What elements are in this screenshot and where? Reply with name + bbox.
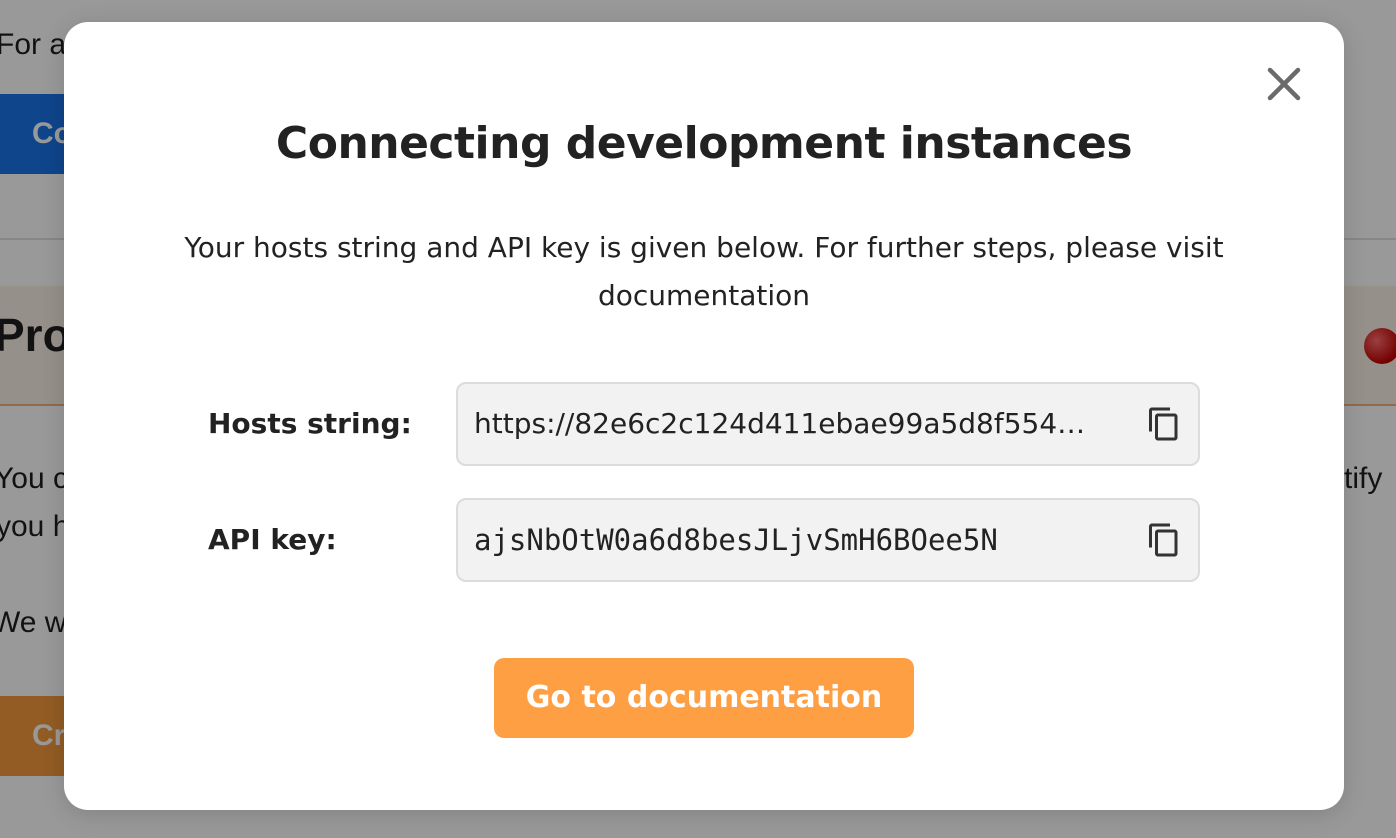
api-key-label: API key: <box>208 523 337 556</box>
modal-description: Your hosts string and API key is given b… <box>184 231 1224 312</box>
api-key-row: API key: ajsNbOtW0a6d8besJLjvSmH6BOee5N <box>64 498 1344 582</box>
hosts-string-value[interactable]: https://82e6c2c124d411ebae99a5d8f554… <box>474 384 1114 464</box>
copy-api-key-button[interactable] <box>1146 522 1182 558</box>
api-key-field[interactable]: ajsNbOtW0a6d8besJLjvSmH6BOee5N <box>456 498 1200 582</box>
modal-title: Connecting development instances <box>275 118 1133 169</box>
close-icon <box>1267 67 1301 101</box>
go-to-documentation-button[interactable]: Go to documentation <box>494 658 914 738</box>
hosts-string-field[interactable]: https://82e6c2c124d411ebae99a5d8f554… <box>456 382 1200 466</box>
copy-icon <box>1149 523 1178 557</box>
close-button[interactable] <box>1260 60 1308 108</box>
hosts-string-row: Hosts string: https://82e6c2c124d411ebae… <box>64 382 1344 466</box>
hosts-string-label: Hosts string: <box>208 407 412 440</box>
api-key-value[interactable]: ajsNbOtW0a6d8besJLjvSmH6BOee5N <box>474 500 1114 580</box>
connect-instances-modal: Connecting development instances Your ho… <box>64 22 1344 810</box>
copy-icon <box>1149 407 1178 441</box>
copy-hosts-string-button[interactable] <box>1146 406 1182 442</box>
